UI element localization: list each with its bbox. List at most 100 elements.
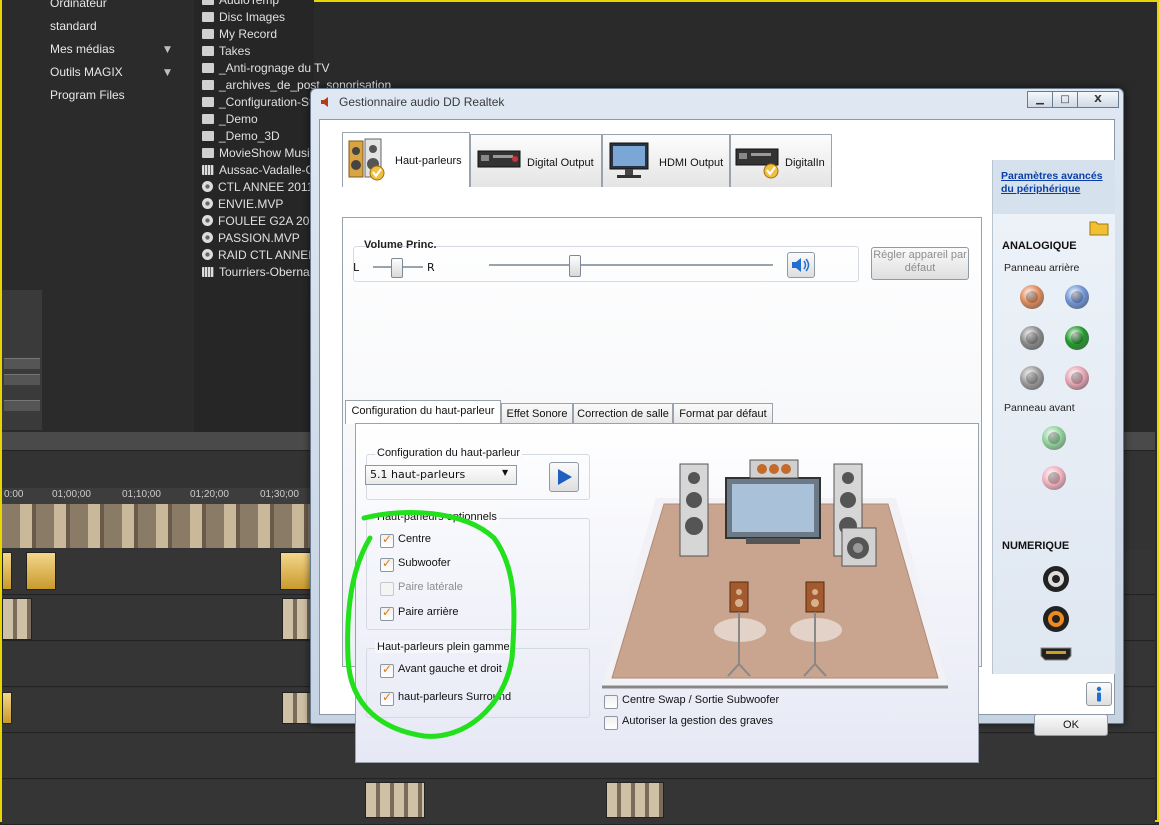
hdmi-port-icon[interactable] <box>1039 646 1073 662</box>
speaker-room-illustration <box>602 459 948 689</box>
file-name: _Demo_3D <box>219 129 280 143</box>
timeline-clip[interactable] <box>365 782 425 818</box>
optical-jack-icon[interactable] <box>1041 604 1071 634</box>
file-name: MovieShow Music <box>219 146 316 160</box>
folder-icon <box>202 131 214 141</box>
file-list-item[interactable]: CTL ANNEE 2011 V <box>202 180 325 194</box>
ok-button[interactable]: OK <box>1034 714 1108 736</box>
rear-jack-pink[interactable] <box>1065 366 1089 390</box>
file-list-item[interactable]: MovieShow Music <box>202 146 316 160</box>
timeline-clip[interactable] <box>606 782 664 818</box>
tab-haut-parleurs[interactable]: Haut-parleurs <box>342 132 470 187</box>
toolbar-button[interactable] <box>4 374 40 385</box>
tab-hdmi-output[interactable]: HDMI Output <box>602 134 730 187</box>
timeline-clip[interactable] <box>282 692 312 724</box>
minimize-button[interactable]: ▁ <box>1027 91 1053 108</box>
file-list-item[interactable]: _Demo_3D <box>202 129 280 143</box>
subtab-format-par-defaut[interactable]: Format par défaut <box>673 403 773 424</box>
timeline-clip[interactable] <box>280 552 312 590</box>
file-name: PASSION.MVP <box>218 231 300 245</box>
rear-jack-gray[interactable] <box>1020 326 1044 350</box>
file-list-item[interactable]: ENVIE.MVP <box>202 197 283 211</box>
file-list-item[interactable]: FOULEE G2A 2011 <box>202 214 322 228</box>
nav-item-standard[interactable]: standard <box>50 19 97 33</box>
file-list-item[interactable]: PASSION.MVP <box>202 231 300 245</box>
info-icon <box>1096 686 1102 702</box>
speaker-config-select[interactable]: 5.1 haut-parleurs ▼ <box>365 465 517 485</box>
front-jack-pink[interactable] <box>1042 466 1066 490</box>
front-jack-green[interactable] <box>1042 426 1066 450</box>
info-button[interactable] <box>1086 682 1112 706</box>
ruler-tick: 01;30;00 <box>260 489 299 500</box>
subtab-correction-de-salle[interactable]: Correction de salle <box>573 403 673 424</box>
nav-item-program-files[interactable]: Program Files <box>50 88 125 102</box>
rear-jack-orange[interactable] <box>1020 285 1044 309</box>
folder-icon <box>202 29 214 39</box>
rear-panel-label: Panneau arrière <box>1004 262 1080 274</box>
bass-management-checkbox[interactable] <box>604 716 618 730</box>
file-list-item[interactable]: AudioTemp <box>202 0 279 7</box>
advanced-device-settings-link[interactable]: Paramètres avancés du périphérique <box>1001 170 1109 196</box>
file-list-item[interactable]: _Demo <box>202 112 258 126</box>
file-list-item[interactable]: _Configuration-St <box>202 95 312 109</box>
video-track-thumbnails[interactable] <box>2 504 312 548</box>
digital-in-icon <box>735 148 779 179</box>
play-icon <box>558 469 572 485</box>
file-list-item[interactable]: _Anti-rognage du TV <box>202 61 330 75</box>
nav-item-outils-magix[interactable]: Outils MAGIX <box>50 65 123 79</box>
balance-slider-thumb[interactable] <box>391 258 403 278</box>
toolbar-button[interactable] <box>4 400 40 411</box>
file-name: Disc Images <box>219 10 286 24</box>
timeline-clip[interactable] <box>2 552 12 590</box>
folder-icon <box>202 0 214 5</box>
toolbar-button[interactable] <box>4 358 40 369</box>
nav-item-ordinateur[interactable]: Ordinateur <box>50 0 107 10</box>
subtab-configuration[interactable]: Configuration du haut-parleur <box>345 400 501 424</box>
folder-icon[interactable] <box>1089 218 1109 236</box>
volume-slider-track[interactable] <box>489 264 773 266</box>
haut-parleurs-panel: Volume Princ. L R Régler appareil par dé… <box>342 217 982 763</box>
tab-label: DigitalIn <box>785 157 825 169</box>
folder-icon <box>202 97 214 107</box>
disc-icon <box>202 232 213 243</box>
rear-jack-blue[interactable] <box>1065 285 1089 309</box>
rear-jack-green[interactable] <box>1065 326 1089 350</box>
file-list-item[interactable]: My Record <box>202 27 277 41</box>
speaker-config-group: Configuration du haut-parleur 5.1 haut-p… <box>365 447 590 500</box>
speaker-app-icon <box>321 97 328 107</box>
chevron-down-icon[interactable]: ▼ <box>164 45 171 55</box>
play-test-button[interactable] <box>549 462 579 492</box>
timeline-track[interactable] <box>2 780 1155 825</box>
file-name: FOULEE G2A 2011 <box>218 214 322 228</box>
subtab-effet-sonore[interactable]: Effet Sonore <box>501 403 573 424</box>
folder-icon <box>202 12 214 22</box>
maximize-button[interactable]: □ <box>1052 91 1078 108</box>
volume-slider-thumb[interactable] <box>569 255 582 277</box>
file-list-item[interactable]: Disc Images <box>202 10 285 24</box>
file-list-item[interactable]: Aussac-Vadalle-Ol <box>202 163 317 177</box>
disc-icon <box>202 198 213 209</box>
timeline-clip[interactable] <box>2 598 32 640</box>
timeline-clip[interactable] <box>26 552 56 590</box>
timeline-clip[interactable] <box>282 598 312 640</box>
close-button[interactable]: X <box>1077 91 1119 108</box>
file-list-item[interactable]: Takes <box>202 44 250 58</box>
nav-item-mes-medias[interactable]: Mes médias <box>50 42 115 56</box>
tab-digital-output[interactable]: Digital Output <box>470 134 602 187</box>
rear-jack-gray-2[interactable] <box>1020 366 1044 390</box>
tab-label: Haut-parleurs <box>395 155 462 167</box>
tab-digitalin[interactable]: DigitalIn <box>730 134 832 187</box>
folder-icon <box>202 46 214 56</box>
front-left-speaker <box>679 463 709 557</box>
timeline-ruler[interactable]: 0:00 01;00;00 01;10;00 01;20;00 01;30;00 <box>2 488 312 504</box>
mute-button[interactable] <box>787 252 815 278</box>
chevron-down-icon[interactable]: ▼ <box>164 68 171 78</box>
centre-swap-checkbox[interactable] <box>604 695 618 709</box>
timeline-clip[interactable] <box>2 692 12 724</box>
film-icon <box>202 267 214 277</box>
file-list-item[interactable]: RAID CTL ANNEE 2 <box>202 248 326 262</box>
file-list-item[interactable]: Tourriers-Obernai <box>202 265 312 279</box>
set-default-device-button[interactable]: Régler appareil par défaut <box>871 247 969 280</box>
coaxial-jack-icon[interactable] <box>1041 564 1071 594</box>
file-name: _Configuration-St <box>219 95 313 109</box>
